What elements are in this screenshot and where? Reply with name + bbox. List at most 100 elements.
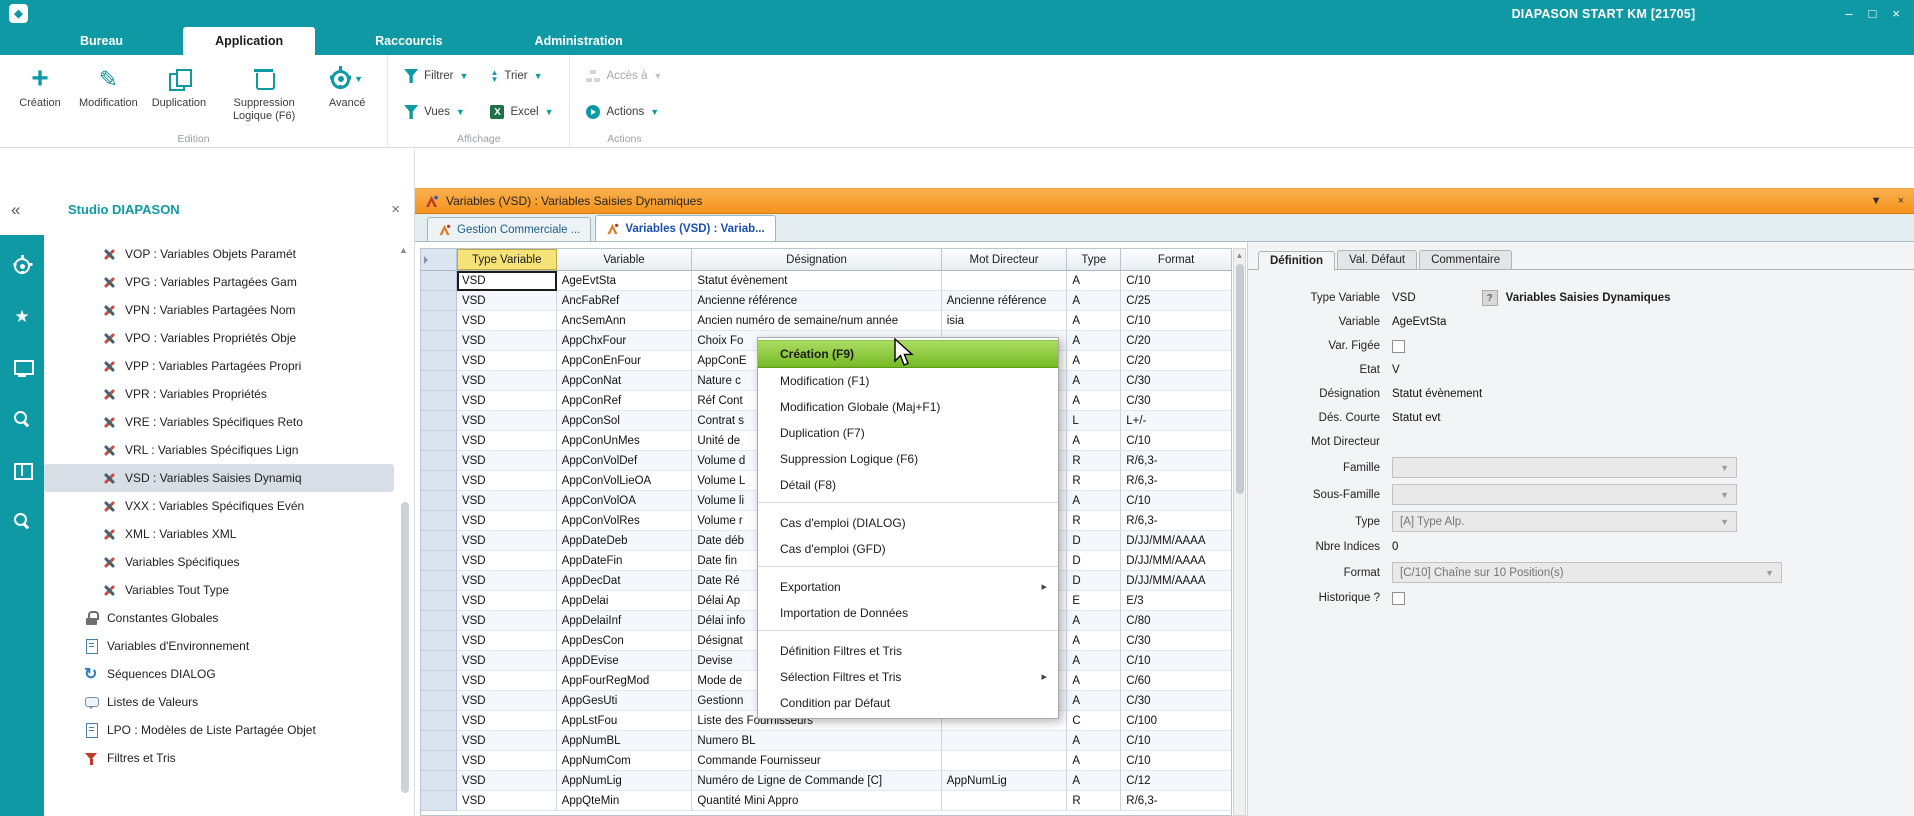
- cell-variable[interactable]: AppConVolLieOA: [557, 471, 693, 491]
- tree-item[interactable]: VRE : Variables Spécifiques Reto: [44, 408, 394, 436]
- cell-format[interactable]: C/30: [1121, 691, 1231, 711]
- cell-designation[interactable]: Quantité Mini Appro: [692, 791, 941, 811]
- cell-type[interactable]: R: [1067, 791, 1121, 811]
- row-selector[interactable]: [421, 391, 457, 411]
- cell-type-variable[interactable]: VSD: [457, 491, 557, 511]
- cell-type[interactable]: R: [1067, 471, 1121, 491]
- cell-variable[interactable]: AppDateFin: [557, 551, 693, 571]
- row-selector[interactable]: [421, 411, 457, 431]
- scroll-up-icon[interactable]: ▲: [1234, 249, 1245, 262]
- cell-format[interactable]: D/JJ/MM/AAAA: [1121, 551, 1231, 571]
- tree-item[interactable]: XML : Variables XML: [44, 520, 394, 548]
- cell-type-variable[interactable]: VSD: [457, 551, 557, 571]
- cell-variable[interactable]: AppDelaiInf: [557, 611, 693, 631]
- row-selector[interactable]: [421, 611, 457, 631]
- scroll-up-icon[interactable]: ▲: [399, 245, 408, 255]
- advanced-search-icon[interactable]: [13, 512, 31, 530]
- grid-column-header[interactable]: Type Variable: [457, 249, 557, 270]
- cell-mot-directeur[interactable]: isia: [942, 311, 1068, 331]
- tree-item[interactable]: Filtres et Tris: [44, 744, 394, 772]
- var-figee-checkbox[interactable]: [1392, 340, 1405, 353]
- cell-format[interactable]: C/100: [1121, 711, 1231, 731]
- collapse-sidebar-icon[interactable]: «: [11, 200, 20, 220]
- cell-type[interactable]: E: [1067, 591, 1121, 611]
- cell-variable[interactable]: AppNumLig: [557, 771, 693, 791]
- cell-type-variable[interactable]: VSD: [457, 791, 557, 811]
- cell-type-variable[interactable]: VSD: [457, 651, 557, 671]
- grid-column-header[interactable]: Mot Directeur: [942, 249, 1068, 270]
- cell-variable[interactable]: AppConRef: [557, 391, 693, 411]
- cell-variable[interactable]: AppQteMin: [557, 791, 693, 811]
- document-tab[interactable]: Variables (VSD) : Variab...: [595, 215, 775, 241]
- menu-tab[interactable]: Application: [183, 27, 315, 55]
- row-selector[interactable]: [421, 271, 457, 291]
- detail-tab[interactable]: Val. Défaut: [1337, 250, 1417, 269]
- cell-format[interactable]: C/10: [1121, 651, 1231, 671]
- cell-format[interactable]: E/3: [1121, 591, 1231, 611]
- cell-format[interactable]: C/20: [1121, 351, 1231, 371]
- cell-format[interactable]: C/10: [1121, 431, 1231, 451]
- document-tab[interactable]: Gestion Commerciale ...: [427, 217, 591, 241]
- tree-item[interactable]: VPP : Variables Partagées Propri: [44, 352, 394, 380]
- cell-type-variable[interactable]: VSD: [457, 691, 557, 711]
- cell-type[interactable]: A: [1067, 391, 1121, 411]
- tree-item[interactable]: Séquences DIALOG: [44, 660, 394, 688]
- cell-format[interactable]: C/80: [1121, 611, 1231, 631]
- search-icon[interactable]: [13, 410, 31, 428]
- row-selector[interactable]: [421, 671, 457, 691]
- cell-variable[interactable]: AppNumBL: [557, 731, 693, 751]
- row-selector[interactable]: [421, 591, 457, 611]
- cell-type-variable[interactable]: VSD: [457, 511, 557, 531]
- context-menu-item[interactable]: Détail (F8): [758, 472, 1058, 503]
- avance-button[interactable]: ▼ Avancé: [317, 58, 377, 110]
- cell-format[interactable]: D/JJ/MM/AAAA: [1121, 571, 1231, 591]
- cell-type-variable[interactable]: VSD: [457, 711, 557, 731]
- tree-item[interactable]: Variables Tout Type: [44, 576, 394, 604]
- cell-variable[interactable]: AppConNat: [557, 371, 693, 391]
- cell-format[interactable]: C/60: [1121, 671, 1231, 691]
- cell-variable[interactable]: AgeEvtSta: [557, 271, 693, 291]
- tree-item[interactable]: Variables d'Environnement: [44, 632, 394, 660]
- row-selector[interactable]: [421, 451, 457, 471]
- cell-variable[interactable]: AppChxFour: [557, 331, 693, 351]
- row-selector[interactable]: [421, 531, 457, 551]
- grid-column-header[interactable]: Format: [1121, 249, 1231, 270]
- tree-item[interactable]: VXX : Variables Spécifiques Evén: [44, 492, 394, 520]
- context-menu-item[interactable]: Cas d'emploi (DIALOG): [758, 510, 1058, 536]
- tree-item[interactable]: VPO : Variables Propriétés Obje: [44, 324, 394, 352]
- grid-column-header[interactable]: Variable: [557, 249, 693, 270]
- row-selector[interactable]: [421, 291, 457, 311]
- row-selector[interactable]: [421, 751, 457, 771]
- row-selector[interactable]: [421, 571, 457, 591]
- cell-format[interactable]: D/JJ/MM/AAAA: [1121, 531, 1231, 551]
- cell-type[interactable]: D: [1067, 551, 1121, 571]
- scrollbar-thumb[interactable]: [401, 502, 409, 793]
- cell-variable[interactable]: AppDecDat: [557, 571, 693, 591]
- grid-scrollbar[interactable]: ▲: [1233, 248, 1246, 816]
- cell-variable[interactable]: AppConSol: [557, 411, 693, 431]
- tree-item[interactable]: Variables Spécifiques: [44, 548, 394, 576]
- settings-icon[interactable]: [14, 258, 30, 274]
- cell-type[interactable]: D: [1067, 531, 1121, 551]
- cell-type[interactable]: A: [1067, 311, 1121, 331]
- cell-type-variable[interactable]: VSD: [457, 471, 557, 491]
- cell-type[interactable]: R: [1067, 511, 1121, 531]
- row-selector[interactable]: [421, 691, 457, 711]
- cell-type-variable[interactable]: VSD: [457, 331, 557, 351]
- cell-type[interactable]: A: [1067, 431, 1121, 451]
- cell-type-variable[interactable]: VSD: [457, 431, 557, 451]
- select-all-corner[interactable]: [421, 249, 457, 270]
- cell-format[interactable]: C/12: [1121, 771, 1231, 791]
- cell-format[interactable]: C/30: [1121, 391, 1231, 411]
- tree-item[interactable]: VSD : Variables Saisies Dynamiq: [44, 464, 394, 492]
- cell-format[interactable]: C/10: [1121, 311, 1231, 331]
- cell-type-variable[interactable]: VSD: [457, 771, 557, 791]
- cell-type[interactable]: R: [1067, 451, 1121, 471]
- cell-type[interactable]: A: [1067, 631, 1121, 651]
- cell-type-variable[interactable]: VSD: [457, 611, 557, 631]
- tree-item[interactable]: VRL : Variables Spécifiques Lign: [44, 436, 394, 464]
- cell-type[interactable]: L: [1067, 411, 1121, 431]
- context-menu-item[interactable]: Condition par Défaut: [758, 690, 1058, 716]
- cell-designation[interactable]: Numero BL: [692, 731, 941, 751]
- detail-tab[interactable]: Définition: [1258, 251, 1335, 270]
